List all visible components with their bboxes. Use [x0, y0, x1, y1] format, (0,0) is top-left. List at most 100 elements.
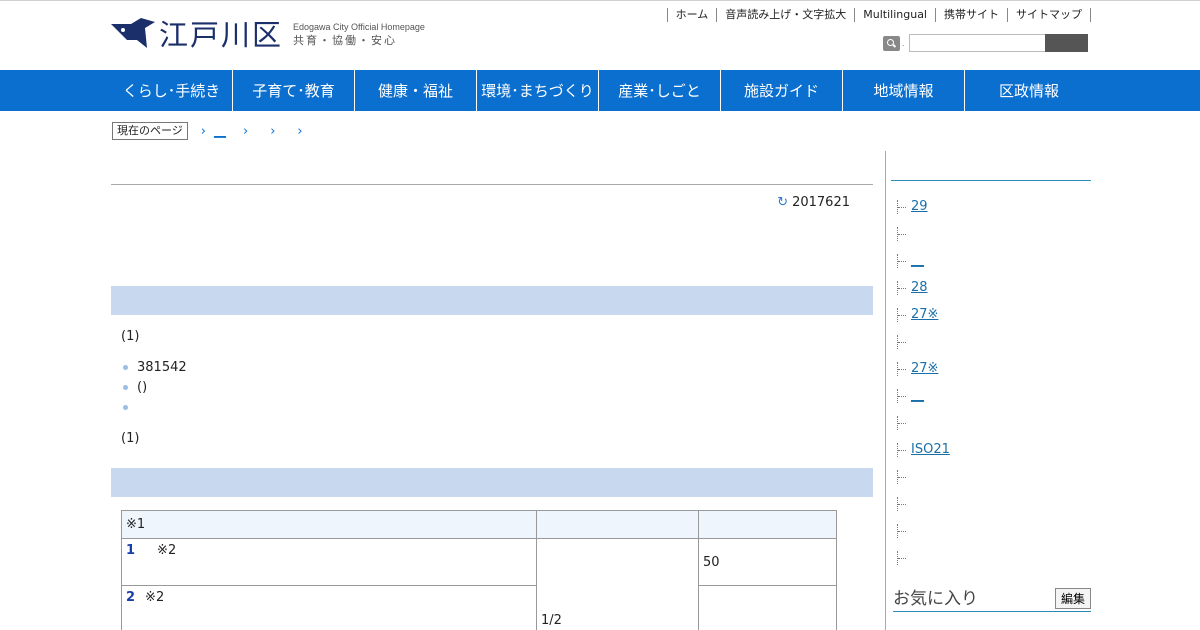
- gnav-childcare[interactable]: 子育て･教育: [233, 70, 355, 111]
- related-link[interactable]: __: [911, 388, 927, 403]
- table-header-cell: [536, 510, 699, 539]
- list-item: [897, 517, 985, 544]
- global-nav: くらし･手続き 子育て･教育 健康・福祉 環境･まちづくり 産業･しごと 施設ガ…: [0, 70, 1200, 111]
- bullet-icon: [123, 404, 128, 410]
- list-item: 28: [897, 274, 985, 301]
- related-link[interactable]: 28: [911, 280, 961, 295]
- table-cell: [698, 585, 837, 630]
- page-title-rule: [111, 184, 873, 185]
- related-link[interactable]: 27※: [911, 361, 973, 376]
- list-item: [897, 220, 985, 247]
- list-item: [897, 409, 985, 436]
- table-header-cell: ※1: [121, 510, 537, 539]
- table-cell: 1/2: [536, 538, 699, 630]
- list-item: 29: [897, 193, 985, 220]
- logo-tagline: 共育・協働・安心: [293, 34, 398, 47]
- table-cell: 2 ※2: [121, 585, 537, 630]
- search-button[interactable]: [1044, 34, 1088, 52]
- utility-nav: ホーム 音声読み上げ・文字拡大 Multilingual 携帯サイト サイトマッ…: [666, 8, 1091, 22]
- tree-branch-icon: [897, 280, 909, 295]
- breadcrumb-label: 現在のページ: [112, 122, 188, 140]
- gnav-community[interactable]: 地域情報: [843, 70, 965, 111]
- related-link[interactable]: [911, 497, 959, 511]
- related-links-list: 29 __ 28 27※ 27※ __ ISO21: [897, 193, 985, 571]
- gnav-government[interactable]: 区政情報: [965, 70, 1093, 111]
- tree-branch-icon: [897, 199, 909, 214]
- chevron-right-icon: ›: [242, 123, 249, 139]
- table-row: 1 ※2 1/2 50: [121, 538, 837, 630]
- util-link-sitemap[interactable]: サイトマップ: [1007, 8, 1091, 22]
- paragraph-1: (1): [121, 329, 140, 344]
- table-cell: 1 ※2: [121, 538, 537, 586]
- tree-branch-icon: [897, 550, 909, 565]
- bullet-list: 381542 (): [123, 357, 187, 417]
- search-input[interactable]: [908, 34, 1045, 52]
- list-item: 27※: [897, 301, 985, 328]
- list-item: [897, 490, 985, 517]
- tree-branch-icon: [897, 253, 909, 268]
- tree-branch-icon: [897, 388, 909, 403]
- related-link[interactable]: __: [911, 253, 927, 268]
- gnav-environment[interactable]: 環境･まちづくり: [477, 70, 599, 111]
- table-row: 2 ※2: [121, 585, 837, 630]
- list-item: 27※: [897, 355, 985, 382]
- tree-branch-icon: [897, 361, 909, 376]
- tree-branch-icon: [897, 442, 909, 457]
- info-table: ※1 1 ※2 1/2 50 2 ※2: [121, 510, 837, 630]
- gnav-industry[interactable]: 産業･しごと: [599, 70, 721, 111]
- bullet-icon: [123, 364, 128, 370]
- table-header-cell: [698, 510, 837, 539]
- breadcrumb: 現在のページ › __ › › ›: [112, 122, 303, 140]
- favorites-header: お気に入り 編集: [893, 584, 1091, 612]
- logo-bird-icon: [111, 18, 155, 48]
- gnav-living[interactable]: くらし･手続き: [111, 70, 233, 111]
- list-item: [897, 463, 985, 490]
- section-heading-2: [111, 468, 873, 497]
- site-logo[interactable]: 江戸川区 Edogawa City Official Homepage 共育・協…: [111, 17, 425, 53]
- gnav-health[interactable]: 健康・福祉: [355, 70, 477, 111]
- paragraph-2: (1): [121, 431, 140, 446]
- updated-date: ↻ 2017621: [777, 195, 850, 210]
- logo-english: Edogawa City Official Homepage: [293, 22, 425, 32]
- table-header-row: ※1: [121, 510, 837, 539]
- tree-branch-icon: [897, 523, 909, 538]
- list-item: [897, 544, 985, 571]
- related-link[interactable]: ISO21: [911, 442, 985, 457]
- tree-branch-icon: [897, 334, 909, 349]
- util-link-mobile[interactable]: 携帯サイト: [935, 8, 1007, 22]
- logo-text: 江戸川区: [159, 18, 284, 52]
- list-item: 381542: [123, 357, 187, 377]
- sidebar-divider: [885, 151, 886, 630]
- chevron-right-icon: ›: [200, 123, 206, 139]
- refresh-icon: ↻: [777, 195, 789, 210]
- tree-branch-icon: [897, 496, 909, 511]
- breadcrumb-link[interactable]: __: [214, 124, 230, 138]
- section-heading-1: [111, 286, 873, 315]
- sidebar-heading-rule: [891, 180, 1091, 181]
- list-item: [897, 328, 985, 355]
- tree-branch-icon: [897, 415, 909, 430]
- favorites-title: お気に入り: [893, 589, 978, 609]
- bullet-icon: [123, 384, 128, 390]
- chevron-right-icon: ›: [297, 123, 303, 139]
- chevron-right-icon: ›: [270, 123, 276, 139]
- gnav-facilities[interactable]: 施設ガイド: [721, 70, 843, 111]
- search-icon: [883, 35, 900, 51]
- list-item: __: [897, 247, 985, 274]
- util-link-multilingual[interactable]: Multilingual: [854, 8, 935, 22]
- list-item: (): [123, 377, 187, 397]
- list-item: ISO21: [897, 436, 985, 463]
- table-cell: 50: [698, 538, 837, 586]
- tree-branch-icon: [897, 307, 909, 322]
- list-item: [123, 397, 187, 417]
- tree-branch-icon: [897, 469, 909, 484]
- site-search: .: [883, 34, 1088, 52]
- list-item: __: [897, 382, 985, 409]
- related-link[interactable]: 29: [911, 199, 961, 214]
- related-link[interactable]: 27※: [911, 307, 973, 322]
- tree-branch-icon: [897, 226, 909, 241]
- favorites-edit-button[interactable]: 編集: [1054, 588, 1091, 609]
- util-link-home[interactable]: ホーム: [666, 8, 717, 22]
- util-link-accessibility[interactable]: 音声読み上げ・文字拡大: [716, 8, 854, 22]
- updated-date-text: 2017621: [792, 195, 850, 210]
